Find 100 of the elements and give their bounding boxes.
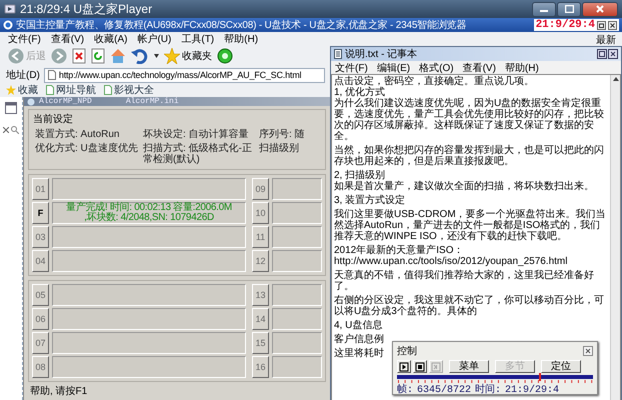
slot-button[interactable]: F: [32, 202, 49, 224]
caret-icon[interactable]: [154, 54, 159, 58]
play-icon: [398, 360, 410, 372]
slot-button[interactable]: 13: [252, 284, 269, 306]
text-line: 为什么我们建议选速度优先呢，因为U盘的数据安全肯定很重要，选速度优先，量产工具会优先使用比较好的闪存，把比较次的闪存区域屏蔽掉。这样既保证了速度又保证了数据的安全。: [334, 98, 605, 142]
text-line: 我们这里要做USB-CDROM，要多一个光驱盘符出来。我们当然选择AutoRun，量产进去的文件一般都是ISO格式的，我们推荐天意的WINPE ISO，还没有下载的赶快下载吧。: [334, 209, 607, 242]
browser-icon: [3, 20, 13, 30]
window-title: 说明.txt - 记事本: [345, 48, 418, 61]
ring-icon[interactable]: [217, 48, 233, 64]
group-title: 当前设定: [33, 112, 73, 126]
text-line: 2012年最新的天意量产ISO：: [334, 245, 464, 256]
frame-label: 帧:: [397, 385, 414, 397]
maximize-icon: [564, 5, 574, 13]
frame-count: 6345/8722: [417, 385, 472, 397]
file-name: AlcorMP.ini: [126, 97, 179, 106]
setting-text: 扫描级别: [259, 143, 299, 156]
notepad-icon: [334, 49, 342, 59]
text-line: 天意真的不错，值得我们推荐给大家的，这里我已经准备好了。: [334, 270, 595, 292]
window-title: 安国主控量产教程、修复教程(AU698x/FCxx08/SCxx08) - U盘技术 - U盘之家,优盘之家 - 2345智能浏览器: [16, 18, 466, 32]
stop-icon: [414, 360, 426, 372]
slot-button[interactable]: 04: [32, 250, 49, 272]
menu-item[interactable]: 编辑(E): [376, 60, 410, 74]
address-label: 地址(D): [6, 68, 40, 82]
window-title: 21:8/29:4 U盘之家Player: [20, 0, 152, 18]
close-icon[interactable]: [608, 49, 618, 59]
refresh-icon[interactable]: [91, 48, 105, 64]
close-icon[interactable]: [608, 20, 617, 30]
text-line: 2, 扫描级别: [334, 170, 386, 181]
minimize-button[interactable]: [532, 2, 556, 16]
slider-thumb[interactable]: [539, 373, 542, 381]
maximize-icon[interactable]: [597, 49, 607, 59]
menu-item[interactable]: 文件(F): [335, 60, 368, 74]
page-icon: [104, 85, 112, 95]
bookmark-item[interactable]: 收藏: [6, 83, 38, 97]
position-slider[interactable]: [397, 375, 593, 383]
stop-button[interactable]: [413, 360, 427, 373]
dialog-button[interactable]: 菜单: [449, 360, 489, 373]
bookmark-item[interactable]: 影视大全: [104, 83, 154, 97]
scroll-up-icon: [612, 77, 618, 81]
slot-field: [272, 332, 322, 354]
stop-icon[interactable]: [72, 48, 86, 64]
star-icon: [164, 48, 180, 64]
restore-icon[interactable]: [597, 20, 606, 30]
close-icon[interactable]: [583, 346, 593, 356]
text-line: 当然，如果你想把闪存的容量发挥到最大，也是可以把此的闪存块也用起来的，但是后果直接报废吧。: [334, 145, 605, 167]
time-value: 21:9/29:4: [505, 385, 560, 397]
maximize-button[interactable]: [557, 2, 581, 16]
slot-field: [272, 250, 322, 272]
page-icon[interactable]: [5, 102, 17, 114]
menu-item[interactable]: 格式(O): [419, 60, 454, 74]
address-field[interactable]: http://www.upan.cc/technology/mass/AlcorMP_AU_FC_SC.html: [44, 68, 325, 82]
text-line: 这里将耗时: [334, 348, 384, 359]
menu-item[interactable]: 帮助(H): [224, 32, 258, 46]
slot-field: [272, 202, 322, 224]
slot-button[interactable]: 12: [252, 250, 269, 272]
undo-icon[interactable]: [131, 48, 149, 64]
menu-item[interactable]: 查看(V): [50, 32, 84, 46]
text-line: 右侧的分区设定，我这里就不动它了，你可以移动百分比，可以将U盘分成3个盘符的。具体的: [334, 295, 605, 317]
menu-item[interactable]: 工具(T): [181, 32, 214, 46]
slot-button[interactable]: 14: [252, 308, 269, 330]
time-label: 时间:: [475, 385, 502, 397]
slot-button[interactable]: 05: [32, 284, 49, 306]
bookmark-item[interactable]: 网址导航: [46, 83, 96, 97]
player-icon: [4, 4, 16, 14]
scrollbar[interactable]: [610, 75, 620, 400]
app-icon: [27, 98, 35, 106]
status-text: 帮助, 请按F1: [30, 384, 88, 398]
slot-button[interactable]: 11: [252, 226, 269, 248]
menu-item[interactable]: 帐户(U): [137, 32, 172, 46]
setting-text: 序列号: 随: [259, 129, 305, 140]
text-line: http://www.upan.cc/tools/iso/2012/youpan_2576.html: [334, 256, 568, 267]
close-button[interactable]: [582, 2, 618, 16]
slot-field: [272, 284, 322, 306]
slot-button[interactable]: 03: [32, 226, 49, 248]
text-line: 点击设定，密码空，直接确定。重点说几项。: [334, 76, 534, 87]
menu-item[interactable]: 查看(V): [462, 60, 496, 74]
slot-button[interactable]: 16: [252, 356, 269, 378]
slot-button[interactable]: 01: [32, 178, 49, 200]
slot-field: [272, 226, 322, 248]
slot-button[interactable]: 15: [252, 332, 269, 354]
menu-item[interactable]: 帮助(H): [504, 60, 539, 74]
text-line: 如果是首次量产，建议做次全面的扫描，将坏块数扫出来。: [334, 181, 594, 192]
search-icon[interactable]: [11, 126, 19, 134]
slot-button[interactable]: 08: [32, 356, 49, 378]
slot-button[interactable]: 06: [32, 308, 49, 330]
slot-field: [272, 178, 322, 200]
step-icon: [430, 360, 442, 372]
slot-button[interactable]: 07: [32, 332, 49, 354]
menu-item[interactable]: 最新: [596, 30, 616, 47]
text-line: 客户信息例: [334, 334, 384, 345]
menu-item[interactable]: 收藏(A): [94, 32, 128, 46]
slot-button[interactable]: 09: [252, 178, 269, 200]
menu-item[interactable]: 文件(F): [8, 32, 41, 46]
slot-field: [272, 308, 322, 330]
favorites-button[interactable]: 收藏夹: [164, 48, 212, 64]
setting-text: 优化方式: U盘速度优先: [35, 143, 138, 156]
play-button[interactable]: [397, 360, 411, 373]
dialog-button[interactable]: 定位: [541, 360, 581, 373]
close-icon[interactable]: [3, 127, 9, 133]
slot-button[interactable]: 10: [252, 202, 269, 224]
